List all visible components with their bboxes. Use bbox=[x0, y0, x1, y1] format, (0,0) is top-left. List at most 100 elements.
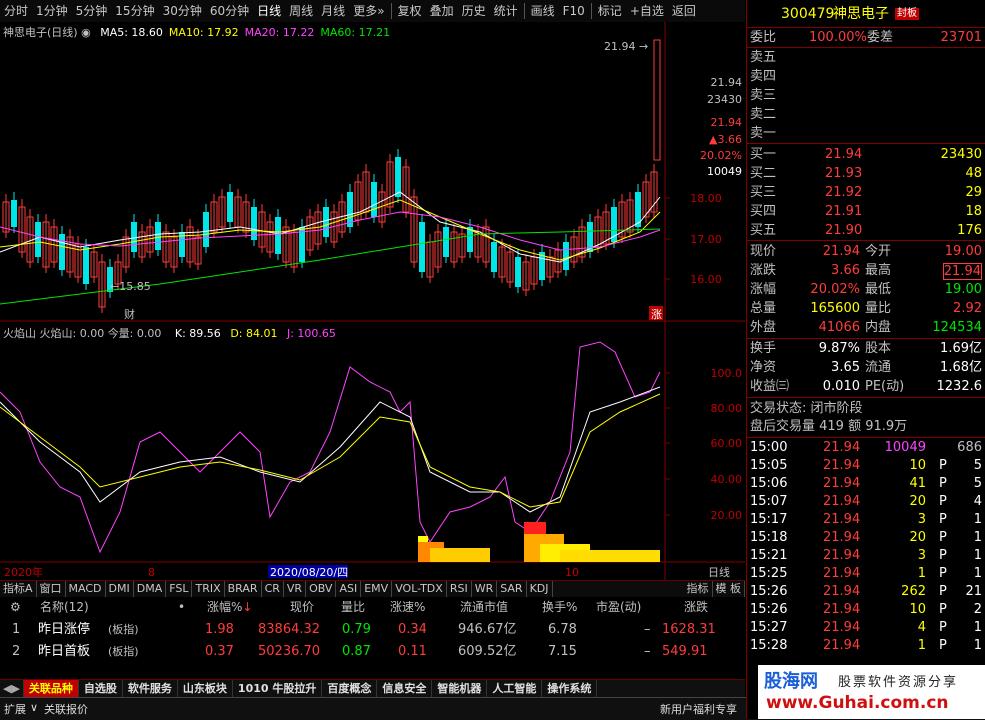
toolbar-item[interactable]: F10 bbox=[559, 0, 589, 22]
list-cell-price: 83864.32 bbox=[258, 622, 321, 637]
sector-tab[interactable]: 信息安全 bbox=[377, 680, 433, 698]
col-chg[interactable]: 涨跌 bbox=[684, 597, 708, 617]
toolbar-item[interactable]: 1分钟 bbox=[32, 0, 72, 22]
toolbar-item[interactable]: 标记 bbox=[594, 0, 626, 22]
indicator-chart[interactable]: 100.080.0060.0040.0020.002020年8910日线2020… bbox=[0, 322, 745, 580]
tick-price: 21.94 bbox=[823, 476, 861, 491]
toolbar-item[interactable]: 更多» bbox=[349, 0, 388, 22]
indicator-tab[interactable]: DMI bbox=[106, 581, 134, 597]
col-turn[interactable]: 换手% bbox=[542, 597, 577, 617]
col-pe[interactable]: 市盈(动) bbox=[596, 597, 641, 617]
stat-value: 1.69亿 bbox=[940, 341, 982, 356]
toolbar-item[interactable]: 画线 bbox=[527, 0, 559, 22]
ma-settings-icon[interactable]: ◉ bbox=[81, 26, 91, 39]
toolbar-item[interactable]: 5分钟 bbox=[72, 0, 112, 22]
indicator-tab[interactable]: MACD bbox=[66, 581, 106, 597]
toolbar-item[interactable]: 历史 bbox=[458, 0, 490, 22]
tick-volume: 10 bbox=[909, 602, 926, 617]
stock-title: 神思电子(日线) bbox=[3, 26, 78, 39]
sector-tab[interactable]: 智能机器 bbox=[432, 680, 488, 698]
toolbar-item[interactable]: 月线 bbox=[317, 0, 349, 22]
tick-flag: P bbox=[939, 602, 947, 617]
indicator-tab[interactable]: DMA bbox=[134, 581, 167, 597]
indicator-tab[interactable]: SAR bbox=[497, 581, 527, 597]
toolbar-item[interactable]: 30分钟 bbox=[159, 0, 206, 22]
list-settings-icon[interactable]: ⚙ bbox=[10, 597, 21, 617]
col-mv[interactable]: 流通市值 bbox=[460, 597, 508, 617]
candle-body bbox=[323, 207, 329, 237]
col-speed[interactable]: 涨速% bbox=[390, 597, 425, 617]
tab-prev-icon[interactable]: ◀▶ bbox=[0, 680, 24, 698]
list-cell-price: 50236.70 bbox=[258, 644, 321, 659]
buy-level[interactable]: 买一 21.94 23430 bbox=[747, 146, 985, 164]
sector-tab[interactable]: 关联品种 bbox=[23, 680, 79, 698]
col-pct[interactable]: 涨幅%↓ bbox=[207, 597, 252, 617]
buy-level[interactable]: 买四 21.91 18 bbox=[747, 203, 985, 221]
list-row[interactable]: 1 昨日涨停 (板指) 1.98 83864.32 0.79 0.34 946.67亿 6.78… bbox=[0, 619, 745, 641]
sector-tab[interactable]: 百度概念 bbox=[322, 680, 378, 698]
indicator-tab[interactable]: ASI bbox=[336, 581, 362, 597]
indicator-tab[interactable]: EMV bbox=[361, 581, 393, 597]
indicator-tab[interactable]: BRAR bbox=[225, 581, 262, 597]
indicator-tab[interactable]: CR bbox=[262, 581, 284, 597]
more-arrow-icon: » bbox=[377, 4, 385, 18]
col-price[interactable]: 现价 bbox=[290, 597, 314, 617]
tick-volume: 1 bbox=[917, 566, 926, 581]
indicator-tab[interactable]: VOL-TDX bbox=[392, 581, 447, 597]
toolbar-item[interactable]: 返回 bbox=[668, 0, 700, 22]
toolbar-item[interactable]: 分时 bbox=[0, 0, 32, 22]
tick-row: 15:17 21.94 3 P 1 bbox=[747, 511, 985, 529]
buy-level[interactable]: 买二 21.93 48 bbox=[747, 165, 985, 183]
tick-count: 1 bbox=[973, 620, 982, 635]
j-line bbox=[0, 341, 661, 554]
toolbar-item[interactable]: 日线 bbox=[253, 0, 285, 22]
status-linked-quote[interactable]: 关联报价 bbox=[44, 701, 88, 717]
list-row[interactable]: 2 昨日首板 (板指) 0.37 50236.70 0.87 0.11 609.52亿 7.15… bbox=[0, 641, 745, 663]
tick-row: 15:21 21.94 3 P 1 bbox=[747, 547, 985, 565]
sector-tab[interactable]: 山东板块 bbox=[178, 680, 233, 698]
toolbar-item[interactable]: 周线 bbox=[285, 0, 317, 22]
toolbar-item[interactable]: 60分钟 bbox=[206, 0, 253, 22]
sector-tab[interactable]: 操作系统 bbox=[542, 680, 598, 698]
indicator-tab[interactable]: 窗口 bbox=[37, 581, 66, 597]
sector-tab[interactable]: 自选股 bbox=[79, 680, 123, 698]
list-cell-speed: 0.11 bbox=[398, 644, 427, 659]
indicator-tab[interactable]: VR bbox=[284, 581, 307, 597]
status-promo[interactable]: 新用户福利专享 bbox=[660, 701, 737, 717]
tick-flag: P bbox=[939, 512, 947, 527]
toolbar-item[interactable]: 15分钟 bbox=[111, 0, 158, 22]
indicator-tab[interactable]: RSI bbox=[447, 581, 472, 597]
indicator-tab-right[interactable]: 模 板 bbox=[713, 581, 745, 597]
buy-price: 21.93 bbox=[825, 166, 863, 181]
sector-tab[interactable]: 1010 牛股拉升 bbox=[233, 680, 323, 698]
sector-tab[interactable]: 人工智能 bbox=[487, 680, 543, 698]
kline-chart[interactable]: 18.00 17.00 16.00 21.94 23430 21.94 ▲3.66 20.02… bbox=[0, 22, 745, 322]
status-expand[interactable]: 扩展 bbox=[4, 701, 26, 717]
buy-level[interactable]: 买五 21.90 176 bbox=[747, 222, 985, 240]
stat-value: 3.65 bbox=[831, 360, 860, 375]
indicator-tab[interactable]: WR bbox=[472, 581, 498, 597]
list-cell-pe: – bbox=[644, 622, 651, 637]
tick-row: 15:06 21.94 41 P 5 bbox=[747, 475, 985, 493]
indicator-tab-right[interactable]: 指标 bbox=[684, 581, 713, 597]
buy-level[interactable]: 买三 21.92 29 bbox=[747, 184, 985, 202]
toolbar-sep bbox=[590, 3, 592, 19]
list-cell-speed: 0.34 bbox=[398, 622, 427, 637]
toolbar-item[interactable]: 统计 bbox=[490, 0, 522, 22]
indicator-tab[interactable]: KDJ bbox=[527, 581, 553, 597]
toolbar-item[interactable]: 叠加 bbox=[426, 0, 458, 22]
sector-tab[interactable]: 软件服务 bbox=[123, 680, 178, 698]
x-label-8: 8 bbox=[148, 566, 155, 579]
buy-label: 买二 bbox=[750, 166, 777, 181]
col-vr[interactable]: 量比 bbox=[341, 597, 365, 617]
indicator-tab[interactable]: TRIX bbox=[192, 581, 225, 597]
list-cell-tag: (板指) bbox=[108, 645, 139, 658]
indicator-tab[interactable]: 指标A bbox=[0, 581, 37, 597]
indicator-tab[interactable]: OBV bbox=[306, 581, 337, 597]
col-name[interactable]: 名称(12) bbox=[40, 597, 89, 617]
tick-price: 21.94 bbox=[823, 458, 861, 473]
indicator-tab[interactable]: FSL bbox=[166, 581, 193, 597]
toolbar-item[interactable]: 复权 bbox=[394, 0, 426, 22]
toolbar-item[interactable]: +自选 bbox=[626, 0, 668, 22]
period-toolbar: 分时 1分钟 5分钟 15分钟 30分钟 60分钟 日线 周线 月线 更多» 复权 叠加 历史 统计 画线 F… bbox=[0, 0, 745, 23]
